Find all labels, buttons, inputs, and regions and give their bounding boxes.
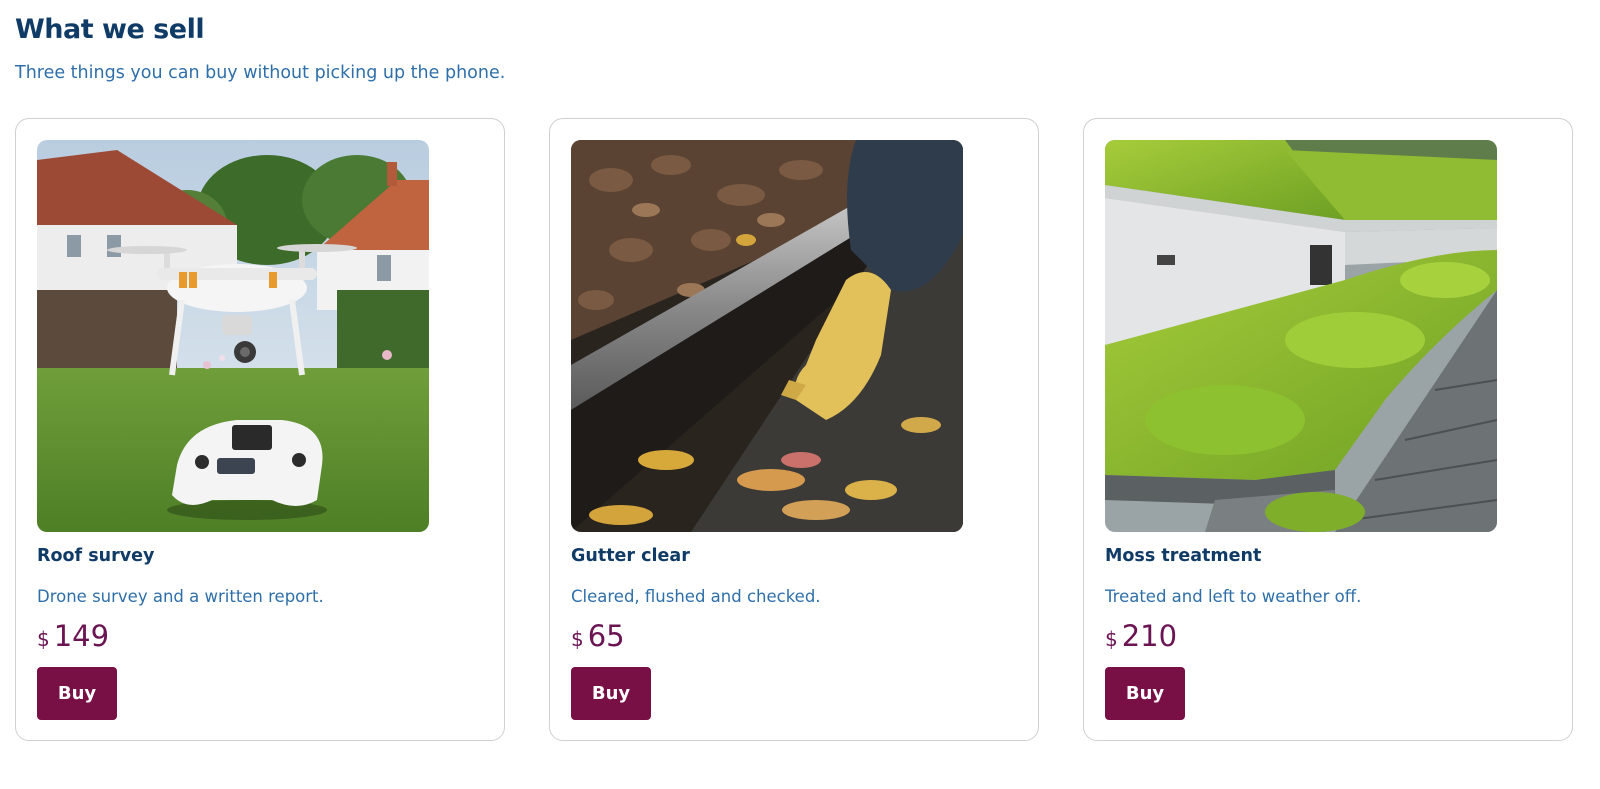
product-description: Drone survey and a written report. [37, 587, 324, 606]
product-description: Treated and left to weather off. [1105, 587, 1362, 606]
product-title: Moss treatment [1105, 546, 1262, 566]
product-title: Gutter clear [571, 546, 690, 566]
product-image-gutter [571, 140, 963, 532]
product-image-drone [37, 140, 429, 532]
price-amount: 149 [53, 619, 110, 653]
section-title: What we sell [15, 14, 205, 45]
buy-button-roof-survey[interactable]: Buy [37, 667, 117, 720]
product-description: Cleared, flushed and checked. [571, 587, 821, 606]
products-page: What we sell Three things you can buy wi… [0, 0, 1600, 789]
product-image-moss-roof [1105, 140, 1497, 532]
product-price: $210 [1105, 619, 1177, 653]
buy-button-gutter-clear[interactable]: Buy [571, 667, 651, 720]
product-title: Roof survey [37, 546, 155, 566]
product-price: $65 [571, 619, 625, 653]
buy-button-moss-treatment[interactable]: Buy [1105, 667, 1185, 720]
price-currency: $ [1105, 627, 1118, 651]
product-card-gutter-clear: Gutter clear Cleared, flushed and checke… [549, 118, 1039, 741]
section-subtitle: Three things you can buy without picking… [15, 63, 506, 83]
price-currency: $ [37, 627, 50, 651]
price-amount: 65 [587, 619, 625, 653]
product-price: $149 [37, 619, 109, 653]
price-currency: $ [571, 627, 584, 651]
product-card-moss-treatment: Moss treatment Treated and left to weath… [1083, 118, 1573, 741]
price-amount: 210 [1121, 619, 1178, 653]
product-card-roof-survey: Roof survey Drone survey and a written r… [15, 118, 505, 741]
